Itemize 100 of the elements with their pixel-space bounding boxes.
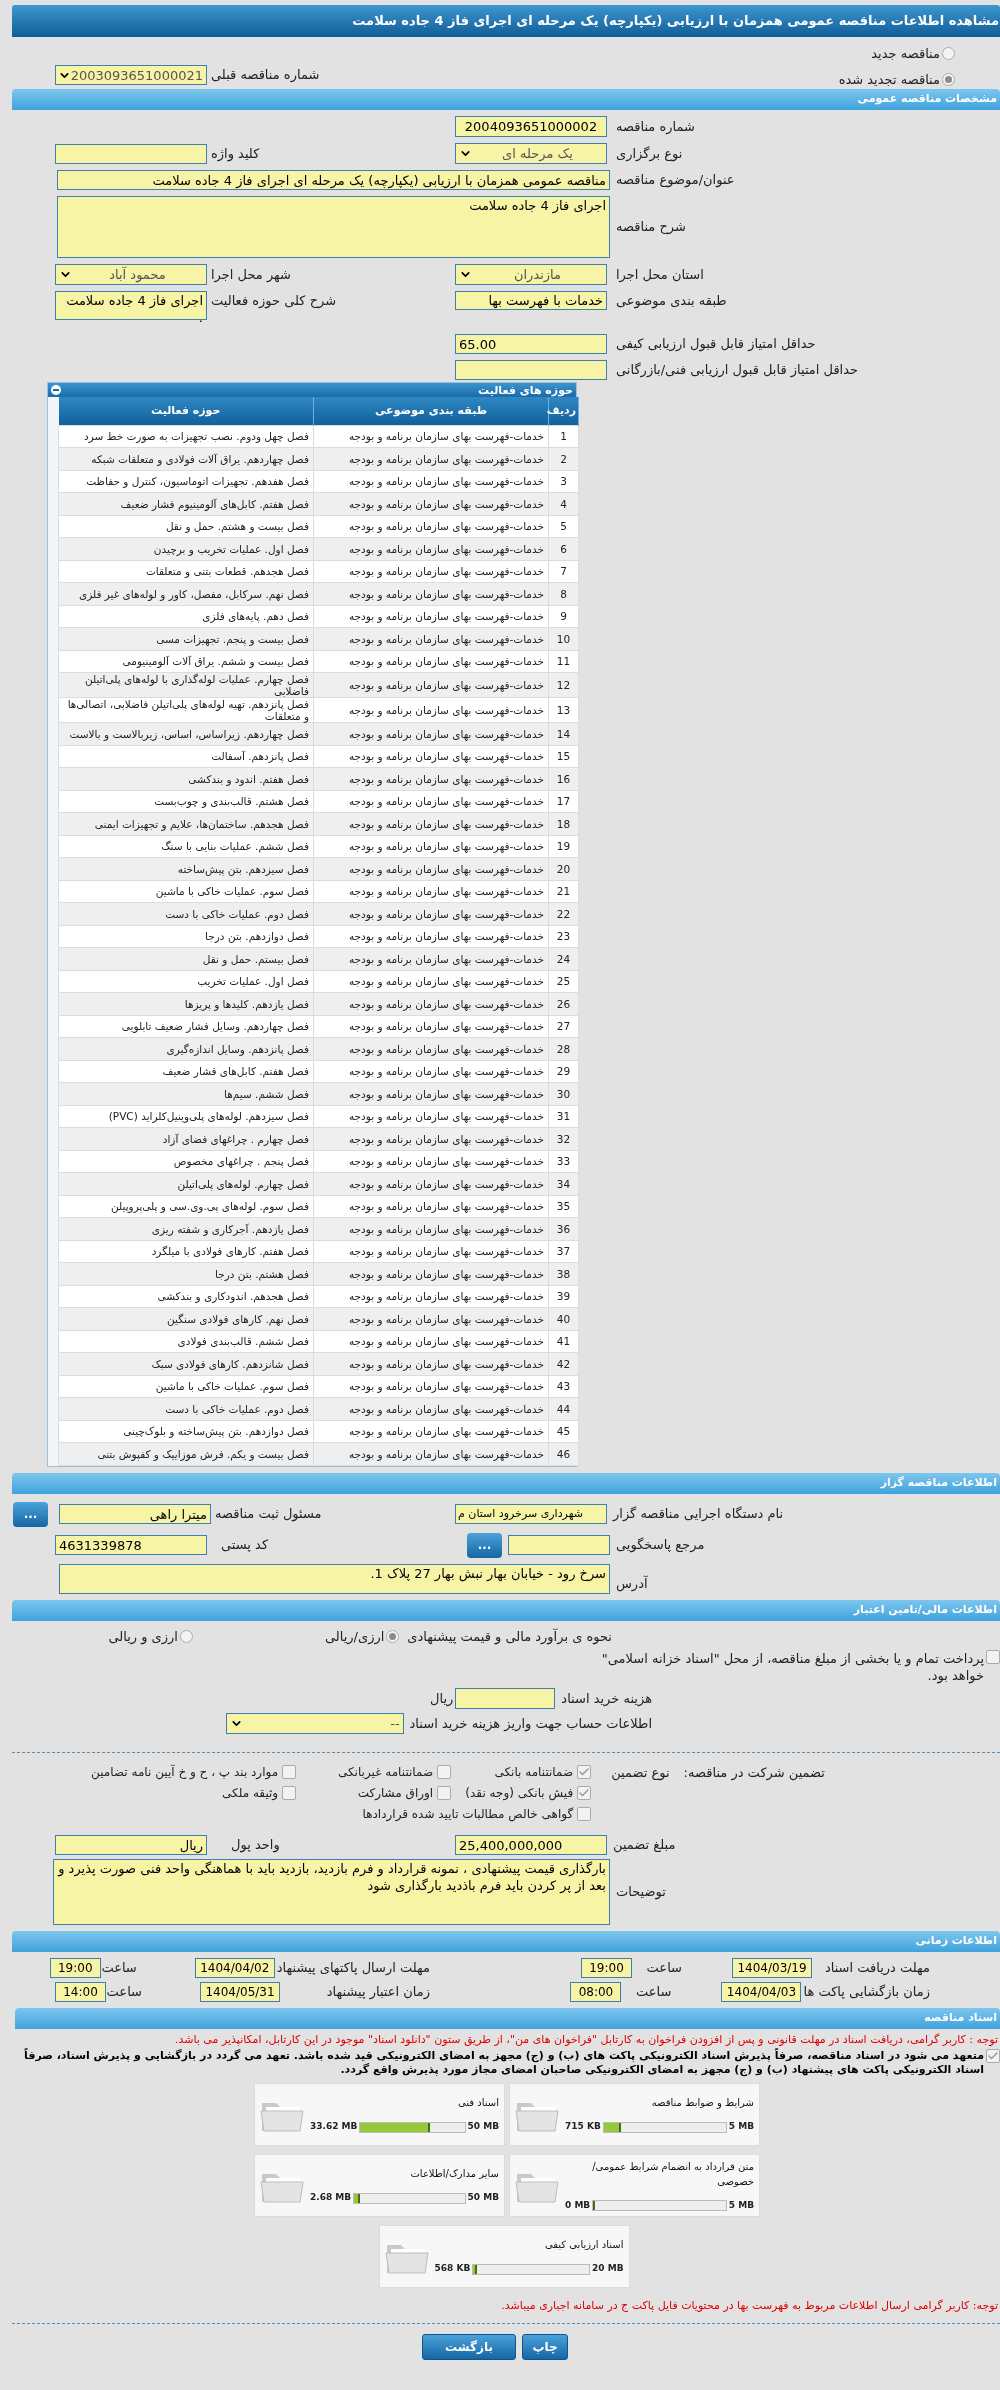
table-cell: 28 (548, 1037, 579, 1060)
date-field[interactable]: 1404/04/03 (721, 1982, 802, 2002)
table-cell: خدمات-فهرست بهای سازمان برنامه و بودجه (313, 425, 549, 448)
table-cell: فصل پانزدهم. وسایل اندازه‌گیری (58, 1037, 314, 1060)
table-cell: خدمات-فهرست بهای سازمان برنامه و بودجه (313, 1037, 549, 1060)
max-size: 50 MB (467, 2120, 499, 2134)
text-field[interactable] (508, 1535, 610, 1555)
radio-button[interactable] (942, 72, 955, 86)
date-field[interactable]: 1404/04/02 (194, 1958, 275, 1978)
table-cell: خدمات-فهرست بهای سازمان برنامه و بودجه (313, 697, 549, 723)
time-field[interactable]: 14:00 (55, 1982, 106, 2002)
table-cell: فصل بیست و ششم. یراق آلات آلومینیومی (58, 650, 314, 673)
field-label: آدرس (615, 1574, 648, 1594)
field-label: ساعت (635, 1983, 672, 2002)
date-field[interactable]: 1404/03/19 (732, 1958, 812, 1978)
city-select[interactable]: محمود آباد (55, 264, 207, 285)
browse-button[interactable]: ... (13, 1501, 48, 1527)
used-size: 715 KB (565, 2120, 601, 2134)
checkbox[interactable] (577, 1786, 592, 1800)
table-cell: خدمات-فهرست بهای سازمان برنامه و بودجه (313, 447, 549, 470)
table-cell: خدمات-فهرست بهای سازمان برنامه و بودجه (313, 947, 549, 970)
used-size: 33.62 MB (310, 2120, 358, 2134)
field-label: مهلت دریافت اسناد (823, 1959, 930, 1978)
time-field[interactable]: 08:00 (570, 1982, 622, 2002)
radio-button[interactable] (942, 47, 955, 61)
field-label: واحد پول (230, 1836, 280, 1855)
text-area[interactable]: سرخ رود - خیابان بهار نبش بهار 27 پلاک 1. (59, 1563, 610, 1594)
table-cell: 42 (548, 1352, 579, 1375)
table-cell: 33 (548, 1150, 579, 1173)
table-cell: خدمات-فهرست بهای سازمان برنامه و بودجه (313, 492, 549, 515)
table-cell: 37 (548, 1240, 579, 1263)
field-label: شهر محل اجرا (211, 265, 291, 285)
table-cell: فصل نهم. سرکابل، مفصل، کاور و لوله‌های غیر فلزی (58, 582, 314, 605)
checkbox[interactable] (437, 1765, 452, 1779)
table-cell: خدمات-فهرست بهای سازمان برنامه و بودجه (313, 902, 549, 925)
text-field[interactable]: 2004093651000002 (455, 116, 607, 137)
text-field[interactable]: 65.00 (455, 334, 607, 354)
text-field[interactable] (455, 1688, 556, 1709)
text-field[interactable]: 4631339878 (55, 1535, 207, 1555)
account-select[interactable]: -- (225, 1713, 404, 1734)
table-cell: فصل هفتم. کابل‌های آلومینیوم فشار ضعیف (58, 492, 314, 515)
checkbox[interactable] (437, 1786, 452, 1800)
table-cell: 4 (548, 492, 579, 515)
table-cell: فصل سوم. عملیات خاکی با ماشین (58, 1375, 314, 1398)
checkbox[interactable] (282, 1786, 297, 1800)
table-cell: 5 (548, 515, 579, 538)
time-field[interactable]: 19:00 (581, 1958, 632, 1978)
holding-type-select[interactable]: یک مرحله ای (455, 143, 607, 164)
province-select[interactable]: مازندران (455, 264, 607, 285)
table-cell: خدمات-فهرست بهای سازمان برنامه و بودجه (313, 1375, 549, 1398)
field-label: شماره مناقصه قبلی (211, 66, 320, 85)
radio-button[interactable] (386, 1629, 400, 1643)
collapse-icon[interactable] (51, 385, 61, 395)
checkbox[interactable] (986, 1650, 1000, 1664)
text-field[interactable]: 25,400,000,000 (455, 1835, 607, 1855)
text-field[interactable]: شهرداری سرخرود استان م (455, 1504, 607, 1524)
field-label: نوع تضمین (611, 1764, 670, 1783)
text-field[interactable]: خدمات با فهرست بها (455, 291, 607, 310)
field-label: تضمین شرکت در مناقصه: (683, 1764, 825, 1783)
checkbox-label: ضمانتنامه غیربانکی (337, 1764, 434, 1781)
table-cell: خدمات-فهرست بهای سازمان برنامه و بودجه (313, 537, 549, 560)
checkbox[interactable] (986, 2049, 1000, 2063)
checkbox[interactable] (577, 1807, 592, 1821)
table-cell: خدمات-فهرست بهای سازمان برنامه و بودجه (313, 1420, 549, 1443)
field-label: ارزی و ریالی (108, 1627, 178, 1646)
text-field[interactable]: مناقصه عمومی همزمان با ارزیابی (یکپارچه) یک مرحله ای اجرای فاز 4 جاده سلامت (57, 170, 610, 190)
text-area[interactable]: بارگذاری قیمت پیشنهادی ، نمونه قرارداد و فرم بازدید، بازدید باید با هماهنگی واحد فنی صورت پذیرد و بعد از پر کردن باید فرم باذدید بارگذاری شود (53, 1859, 610, 1925)
text-field[interactable] (55, 143, 207, 164)
table-cell: 1 (548, 425, 579, 448)
table-cell: خدمات-فهرست بهای سازمان برنامه و بودجه (313, 1285, 549, 1308)
field-label: مسئول ثبت مناقصه (215, 1505, 322, 1524)
radio-button[interactable] (179, 1629, 193, 1643)
action-button[interactable]: چاپ (522, 2333, 568, 2360)
text-field[interactable]: میترا راهی (59, 1504, 211, 1524)
text-field[interactable] (455, 360, 607, 380)
field-label: کلید واژه (211, 144, 260, 164)
table-cell: 29 (548, 1060, 579, 1083)
table-cell: خدمات-فهرست بهای سازمان برنامه و بودجه (313, 790, 549, 813)
date-field[interactable]: 1404/05/31 (200, 1982, 280, 2002)
table-cell: خدمات-فهرست بهای سازمان برنامه و بودجه (313, 1442, 549, 1465)
field-label: مهلت ارسال پاکتهای پیشنهاد (275, 1959, 430, 1978)
checkbox[interactable] (577, 1765, 592, 1779)
table-cell: فصل دوم. عملیات خاکی با دست (58, 902, 314, 925)
text-area[interactable]: اجرای فاز 4 جاده سلامت (57, 196, 610, 258)
checkbox[interactable] (282, 1765, 297, 1779)
time-field[interactable]: 19:00 (49, 1958, 101, 1978)
text-field[interactable]: ریال (55, 1835, 207, 1855)
used-size: 568 KB (434, 2262, 471, 2276)
action-button[interactable]: بازگشت (422, 2333, 516, 2360)
table-cell: فصل سوم. لوله‌های پی.وی.سی و پلی‌پروپیلن (58, 1195, 314, 1218)
column-header: حوزه فعالیت (58, 397, 314, 425)
browse-button[interactable]: ... (467, 1532, 502, 1558)
table-cell: 13 (548, 697, 579, 723)
table-cell: خدمات-فهرست بهای سازمان برنامه و بودجه (313, 880, 549, 903)
table-cell: 46 (548, 1442, 579, 1465)
field-label: شرح مناقصه (615, 218, 686, 237)
notice-text: توجه : کاربر گرامی، دریافت اسناد در مهلت قانونی و پس از افزودن فراخوان به کارتابل "فراخوان های من"، از طریق ستون "دانلود اسناد" موجود در این کارتابل، امکانپذیر می باشد. (173, 2032, 999, 2047)
table-cell: خدمات-فهرست بهای سازمان برنامه و بودجه (313, 650, 549, 673)
previous-tender-select[interactable]: 2003093651000021 (55, 65, 207, 85)
text-area[interactable]: اجرای فاز 4 جاده سلامت . (55, 291, 207, 320)
